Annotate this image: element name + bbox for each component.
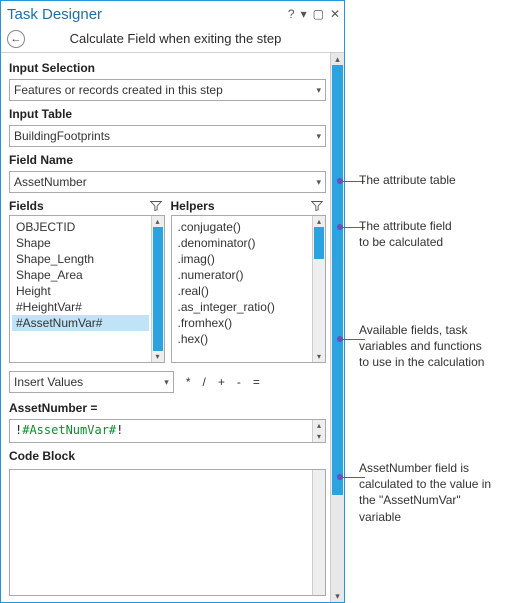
- helpers-listbox[interactable]: .conjugate().denominator().imag().numera…: [171, 215, 327, 363]
- list-item[interactable]: Height: [12, 283, 149, 299]
- close-icon[interactable]: ✕: [330, 7, 340, 21]
- titlebar: Task Designer ? ▾ ▢ ✕: [1, 1, 344, 25]
- scrollbar[interactable]: ▴ ▾: [312, 216, 325, 362]
- fields-listbox[interactable]: OBJECTIDShapeShape_LengthShape_AreaHeigh…: [9, 215, 165, 363]
- operator-row: * / +-=: [180, 375, 260, 389]
- filter-icon[interactable]: [149, 199, 163, 213]
- list-item[interactable]: .hex(): [174, 331, 311, 347]
- expr-suffix: !: [116, 423, 123, 437]
- list-item[interactable]: .fromhex(): [174, 315, 311, 331]
- chevron-down-icon: ▾: [164, 377, 169, 388]
- operator-button[interactable]: -: [237, 375, 241, 389]
- dropdown-icon[interactable]: ▾: [301, 7, 307, 21]
- expression-input[interactable]: !#AssetNumVar#! ▴▾: [9, 419, 326, 443]
- maximize-icon[interactable]: ▢: [313, 7, 324, 21]
- operator-button[interactable]: =: [253, 375, 260, 389]
- operator-button[interactable]: +: [218, 375, 225, 389]
- chevron-down-icon: ▾: [316, 85, 321, 96]
- form-area: Input Selection Features or records crea…: [1, 53, 330, 602]
- filter-icon[interactable]: [310, 199, 324, 213]
- annotation-text: The attribute table: [359, 172, 502, 188]
- operator-button[interactable]: /: [203, 375, 206, 389]
- list-item[interactable]: Shape_Length: [12, 251, 149, 267]
- expr-variable: #AssetNumVar#: [22, 423, 116, 437]
- list-item[interactable]: .numerator(): [174, 267, 311, 283]
- scrollbar[interactable]: [312, 470, 325, 595]
- annotation-text: AssetNumber field is calculated to the v…: [359, 460, 502, 525]
- list-item[interactable]: .imag(): [174, 251, 311, 267]
- annotation-text: The attribute field to be calculated: [359, 218, 502, 250]
- list-item[interactable]: .conjugate(): [174, 219, 311, 235]
- task-designer-pane: Task Designer ? ▾ ▢ ✕ ← Calculate Field …: [0, 0, 345, 603]
- chevron-down-icon: ▾: [316, 131, 321, 142]
- fields-label: Fields: [9, 199, 44, 213]
- helpers-label: Helpers: [171, 199, 215, 213]
- subheader: ← Calculate Field when exiting the step: [1, 25, 344, 53]
- input-selection-label: Input Selection: [9, 61, 326, 75]
- list-item[interactable]: .as_integer_ratio(): [174, 299, 311, 315]
- annotation-text: Available fields, task variables and fun…: [359, 322, 502, 371]
- list-item[interactable]: OBJECTID: [12, 219, 149, 235]
- field-name-dropdown[interactable]: AssetNumber ▾: [9, 171, 326, 193]
- insert-values-value: Insert Values: [14, 375, 83, 389]
- input-selection-value: Features or records created in this step: [14, 83, 223, 97]
- chevron-down-icon: ▾: [316, 177, 321, 188]
- list-item[interactable]: #AssetNumVar#: [12, 315, 149, 331]
- list-item[interactable]: #HeightVar#: [12, 299, 149, 315]
- input-table-value: BuildingFootprints: [14, 129, 110, 143]
- code-block-input[interactable]: [9, 469, 326, 596]
- window-title: Task Designer: [7, 6, 102, 23]
- expression-label: AssetNumber =: [9, 401, 326, 415]
- code-block-label: Code Block: [9, 449, 326, 463]
- list-item[interactable]: Shape: [12, 235, 149, 251]
- field-name-value: AssetNumber: [14, 175, 87, 189]
- page-subtitle: Calculate Field when exiting the step: [31, 31, 338, 46]
- input-table-label: Input Table: [9, 107, 326, 121]
- list-item[interactable]: .denominator(): [174, 235, 311, 251]
- input-selection-dropdown[interactable]: Features or records created in this step…: [9, 79, 326, 101]
- insert-values-dropdown[interactable]: Insert Values ▾: [9, 371, 174, 393]
- scrollbar[interactable]: ▴ ▾: [151, 216, 164, 362]
- back-button[interactable]: ←: [7, 30, 25, 48]
- list-item[interactable]: Shape_Area: [12, 267, 149, 283]
- field-name-label: Field Name: [9, 153, 326, 167]
- input-table-dropdown[interactable]: BuildingFootprints ▾: [9, 125, 326, 147]
- pane-scrollbar[interactable]: ▴ ▾: [330, 53, 344, 602]
- operator-button[interactable]: *: [186, 375, 191, 389]
- annotations: The attribute table The attribute field …: [345, 0, 506, 603]
- list-item[interactable]: .real(): [174, 283, 311, 299]
- help-icon[interactable]: ?: [288, 7, 295, 21]
- expression-stepper[interactable]: ▴▾: [312, 420, 325, 442]
